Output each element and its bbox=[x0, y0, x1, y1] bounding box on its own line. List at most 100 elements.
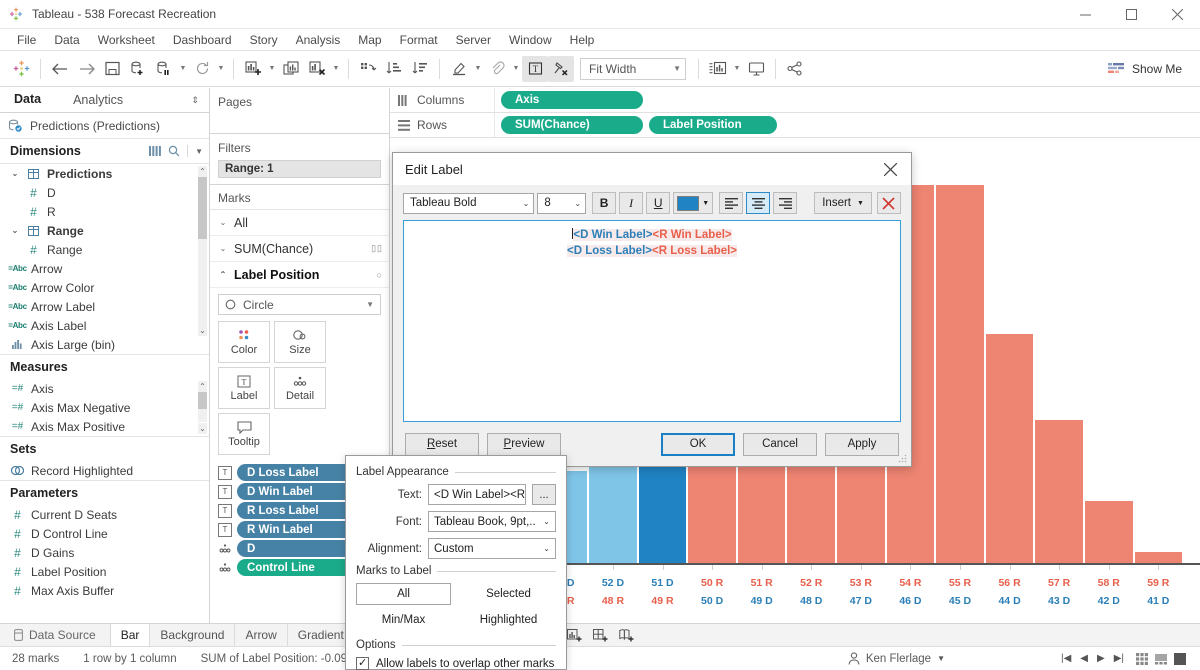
duplicate-sheet-icon[interactable] bbox=[278, 56, 304, 82]
font-family-selector[interactable]: Tableau Bold ⌄ bbox=[403, 192, 535, 214]
columns-pill-axis[interactable]: Axis bbox=[501, 91, 643, 109]
first-page-icon[interactable]: |◀ bbox=[1061, 653, 1071, 664]
bold-button[interactable]: B bbox=[592, 192, 617, 214]
italic-button[interactable]: I bbox=[619, 192, 644, 214]
menu-help[interactable]: Help bbox=[561, 31, 604, 49]
field-d-gains[interactable]: # D Gains bbox=[0, 543, 209, 562]
align-right-button[interactable] bbox=[773, 192, 798, 214]
chevron-down-icon[interactable]: ▼ bbox=[702, 200, 709, 207]
field-range-table[interactable]: ⌄ Range bbox=[0, 221, 209, 240]
label-text-input[interactable]: <D Win Label><R bbox=[428, 484, 526, 505]
refresh-dropdown-caret-icon[interactable]: ▼ bbox=[215, 56, 227, 82]
align-center-button[interactable] bbox=[746, 192, 771, 214]
sheet-view-icon[interactable] bbox=[1174, 652, 1186, 665]
show-me-button[interactable]: Show Me bbox=[1098, 62, 1192, 76]
data-pane-caret-icon[interactable]: ⇕ bbox=[181, 88, 209, 112]
swap-rows-columns-icon[interactable] bbox=[355, 56, 381, 82]
dimensions-menu-caret-icon[interactable]: ▼ bbox=[195, 147, 203, 156]
pause-auto-update-icon[interactable] bbox=[151, 56, 177, 82]
new-worksheet-icon[interactable] bbox=[240, 56, 266, 82]
minimize-button[interactable] bbox=[1062, 0, 1108, 29]
text-label-icon[interactable]: T bbox=[522, 55, 548, 82]
presentation-mode-icon[interactable] bbox=[743, 56, 769, 82]
label-font-selector[interactable]: Tableau Book, 9pt,.. ⌄ bbox=[428, 511, 556, 532]
label-text-editor[interactable]: <D Win Label><R Win Label> <D Loss Label… bbox=[403, 220, 901, 422]
edit-label-dialog[interactable]: Edit Label Tableau Bold ⌄ 8 ⌄ B I U ▼ In… bbox=[392, 152, 912, 467]
highlighter-caret-icon[interactable]: ▼ bbox=[472, 56, 484, 82]
rows-shelf[interactable]: Rows SUM(Chance) Label Position bbox=[390, 113, 1200, 138]
marks-option-selected[interactable]: Selected bbox=[461, 583, 556, 605]
chevron-down-icon[interactable]: ▼ bbox=[937, 654, 945, 663]
overlap-checkbox[interactable] bbox=[356, 656, 369, 670]
field-arrow[interactable]: =Abc Arrow bbox=[0, 259, 209, 278]
preview-button[interactable]: Preview bbox=[487, 432, 561, 456]
reset-button[interactable]: RReseteset bbox=[405, 432, 479, 456]
attach-icon[interactable] bbox=[484, 56, 510, 82]
rows-pill-sum-chance[interactable]: SUM(Chance) bbox=[501, 116, 643, 134]
fit-selector[interactable]: Fit Width ▼ bbox=[580, 57, 686, 80]
field-axis-max-positive[interactable]: =# Axis Max Positive bbox=[0, 417, 209, 436]
field-axis-max-negative[interactable]: =# Axis Max Negative bbox=[0, 398, 209, 417]
field-record-highlighted[interactable]: Record Highlighted bbox=[0, 461, 209, 480]
new-dashboard-icon[interactable] bbox=[587, 628, 613, 643]
apply-button[interactable]: Apply bbox=[825, 432, 899, 456]
sort-descending-icon[interactable] bbox=[407, 56, 433, 82]
detail-button[interactable]: Detail bbox=[274, 367, 326, 409]
sheet-tab-background[interactable]: Background bbox=[150, 624, 236, 646]
columns-drop-zone[interactable]: Axis bbox=[495, 88, 1200, 112]
filters-shelf[interactable]: Filters Range: 1 bbox=[210, 134, 389, 185]
show-hide-cards-caret-icon[interactable]: ▼ bbox=[731, 56, 743, 82]
menu-data[interactable]: Data bbox=[45, 31, 88, 49]
dimensions-scrollbar-thumb[interactable] bbox=[198, 177, 207, 239]
overlap-checkbox-row[interactable]: Allow labels to overlap other marks bbox=[356, 656, 556, 670]
marks-card-label-position[interactable]: ⌃ Label Position ○ bbox=[210, 262, 389, 288]
attach-caret-icon[interactable]: ▼ bbox=[510, 56, 522, 82]
rows-drop-zone[interactable]: SUM(Chance) Label Position bbox=[495, 113, 1200, 137]
maximize-button[interactable] bbox=[1108, 0, 1154, 29]
highlighter-icon[interactable] bbox=[446, 56, 472, 82]
mark-type-selector[interactable]: Circle ▼ bbox=[218, 294, 381, 315]
label-button[interactable]: T Label bbox=[218, 367, 270, 409]
new-worksheet-caret-icon[interactable]: ▼ bbox=[266, 56, 278, 82]
measures-scrollbar-thumb[interactable] bbox=[198, 392, 207, 409]
rows-pill-label-position[interactable]: Label Position bbox=[649, 116, 777, 134]
filter-pill-range[interactable]: Range: 1 bbox=[218, 160, 381, 178]
label-alignment-selector[interactable]: Custom ⌄ bbox=[428, 538, 556, 559]
pages-shelf[interactable]: Pages bbox=[210, 88, 389, 134]
refresh-icon[interactable] bbox=[189, 56, 215, 82]
field-d[interactable]: # D bbox=[0, 183, 209, 202]
chevron-down-icon[interactable]: ⌄ bbox=[218, 218, 228, 227]
measures-scroll-up-arrow[interactable]: ⌃ bbox=[198, 381, 207, 392]
pause-dropdown-caret-icon[interactable]: ▼ bbox=[177, 56, 189, 82]
tableau-home-icon[interactable] bbox=[8, 56, 34, 82]
bar[interactable] bbox=[1035, 419, 1083, 565]
clear-sheet-caret-icon[interactable]: ▼ bbox=[330, 56, 342, 82]
tab-analytics[interactable]: Analytics bbox=[55, 88, 137, 112]
field-axis[interactable]: =# Axis bbox=[0, 379, 209, 398]
grid-view-icon[interactable] bbox=[1136, 652, 1148, 665]
label-appearance-flyout[interactable]: Label Appearance Text: <D Win Label><R .… bbox=[345, 455, 567, 670]
text-color-button[interactable]: ▼ bbox=[673, 192, 714, 214]
menu-format[interactable]: Format bbox=[391, 31, 447, 49]
field-d-control-line[interactable]: # D Control Line bbox=[0, 524, 209, 543]
menu-window[interactable]: Window bbox=[500, 31, 561, 49]
field-axis-large-bin[interactable]: Axis Large (bin) bbox=[0, 335, 209, 354]
data-source-tab[interactable]: Data Source bbox=[0, 624, 111, 646]
next-page-icon[interactable]: ▶ bbox=[1097, 653, 1105, 664]
last-page-icon[interactable]: ▶| bbox=[1114, 653, 1124, 664]
forward-arrow-icon[interactable] bbox=[73, 56, 99, 82]
insert-button[interactable]: Insert ▼ bbox=[814, 192, 872, 214]
field-label-position[interactable]: # Label Position bbox=[0, 562, 209, 581]
chevron-down-icon[interactable]: ⌄ bbox=[10, 226, 20, 235]
data-source-item[interactable]: Predictions (Predictions) bbox=[0, 113, 209, 139]
marks-option-highlighted[interactable]: Highlighted bbox=[461, 609, 556, 631]
show-hide-cards-icon[interactable] bbox=[705, 56, 731, 82]
underline-button[interactable]: U bbox=[646, 192, 671, 214]
search-icon[interactable] bbox=[168, 145, 180, 157]
dimensions-scroll-down-arrow[interactable]: ⌄ bbox=[198, 325, 207, 336]
field-arrow-color[interactable]: =Abc Arrow Color bbox=[0, 278, 209, 297]
field-range[interactable]: # Range bbox=[0, 240, 209, 259]
ok-button[interactable]: OK bbox=[661, 432, 735, 456]
menu-worksheet[interactable]: Worksheet bbox=[89, 31, 164, 49]
dimensions-scroll-up-arrow[interactable]: ⌃ bbox=[198, 166, 207, 177]
